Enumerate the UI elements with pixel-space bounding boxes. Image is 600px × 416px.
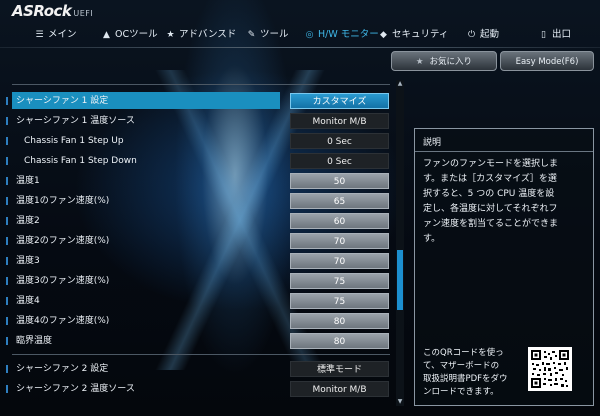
tab-exit[interactable]: ▯ 出口 [538, 24, 571, 46]
setting-value[interactable]: Monitor M/B [290, 113, 389, 129]
star-icon: ★ [415, 57, 424, 67]
setting-value[interactable]: 70 [290, 233, 389, 249]
setting-row[interactable]: 温度3のファン速度(%) 75 [0, 271, 395, 291]
brand-logo: ASRock UEFI [12, 2, 93, 20]
tab-oc-tools[interactable]: ▲ OCツール [101, 24, 158, 46]
setting-value[interactable]: 0 Sec [290, 133, 389, 149]
group-divider [12, 354, 390, 355]
shield-icon: ◆ [380, 30, 387, 40]
setting-value[interactable]: 75 [290, 273, 389, 289]
setting-value[interactable]: Monitor M/B [290, 381, 389, 397]
setting-row[interactable]: 温度4のファン速度(%) 80 [0, 311, 395, 331]
setting-row[interactable]: 臨界温度 80 [0, 331, 395, 351]
setting-label: シャーシファン 2 温度ソース [16, 384, 135, 394]
setting-label: 温度4のファン速度(%) [16, 316, 110, 326]
row-marker-icon [6, 297, 8, 305]
setting-row[interactable]: Chassis Fan 1 Step Down 0 Sec [0, 151, 395, 171]
setting-value[interactable]: 0 Sec [290, 153, 389, 169]
setting-label: シャーシファン 1 設定 [16, 96, 109, 106]
row-marker-icon [6, 137, 8, 145]
setting-value[interactable]: 80 [290, 333, 389, 349]
scroll-up-arrow-icon[interactable]: ▲ [396, 80, 404, 88]
setting-value[interactable]: 60 [290, 213, 389, 229]
setting-label: 温度1 [16, 176, 40, 186]
tab-main[interactable]: ☰ メイン [34, 24, 76, 46]
setting-row[interactable]: 温度1 50 [0, 171, 395, 191]
setting-row[interactable]: Chassis Fan 1 Step Up 0 Sec [0, 131, 395, 151]
star-icon: ★ [166, 30, 175, 40]
favorites-button[interactable]: ★ お気に入り [391, 51, 497, 71]
tab-boot[interactable]: ⏻ 起動 [466, 24, 499, 46]
row-marker-icon [6, 177, 8, 185]
setting-value[interactable]: 65 [290, 193, 389, 209]
setting-row[interactable]: シャーシファン 1 温度ソース Monitor M/B [0, 111, 395, 131]
tab-hw-monitor[interactable]: ◎ H/W モニター [304, 24, 379, 46]
setting-label: 温度4 [16, 296, 40, 306]
setting-value[interactable]: 50 [290, 173, 389, 189]
setting-label: シャーシファン 2 設定 [16, 364, 109, 374]
row-marker-icon [6, 365, 8, 373]
setting-label: 温度3のファン速度(%) [16, 276, 110, 286]
settings-list: シャーシファン 1 設定 カスタマイズシャーシファン 1 温度ソース Monitor… [0, 91, 395, 406]
setting-row[interactable]: 温度2 60 [0, 211, 395, 231]
row-marker-icon [6, 277, 8, 285]
tab-tools[interactable]: ✎ ツール [246, 24, 289, 46]
qr-description: このQRコードを使っ て、マザーボードの 取扱説明書PDFをダウ ンロードできま… [423, 348, 508, 397]
description-text: ファンのファンモードを選択しま す。または［カスタマイズ］を選 択すると、5 つ… [423, 159, 559, 244]
main-nav: ☰ メイン ▲ OCツール ★ アドバンスド ✎ ツール ◎ H/W モニター ◆ セキュリ… [0, 24, 600, 46]
tab-advanced[interactable]: ★ アドバンスド [165, 24, 236, 46]
menu-icon: ☰ [35, 30, 44, 40]
setting-row[interactable]: 温度3 70 [0, 251, 395, 271]
scroll-down-arrow-icon[interactable]: ▼ [396, 398, 404, 406]
tab-security[interactable]: ◆ セキュリティ [378, 24, 448, 46]
monitor-icon: ◎ [305, 30, 314, 40]
divider [12, 84, 390, 85]
row-marker-icon [6, 237, 8, 245]
setting-value[interactable]: 標準モード [290, 361, 389, 377]
setting-row[interactable]: シャーシファン 2 設定 標準モード [0, 359, 395, 379]
setting-row[interactable]: 温度1のファン速度(%) 65 [0, 191, 395, 211]
setting-value[interactable]: 80 [290, 313, 389, 329]
scrollbar-thumb[interactable] [397, 250, 403, 310]
row-marker-icon [6, 317, 8, 325]
row-marker-icon [6, 97, 8, 105]
qr-code-icon [528, 347, 572, 391]
power-icon: ⏻ [467, 30, 476, 40]
row-marker-icon [6, 157, 8, 165]
exit-icon: ▯ [541, 30, 546, 40]
description-panel: 説明 ファンのファンモードを選択しま す。または［カスタマイズ］を選 択すると、… [414, 128, 594, 406]
setting-label: 臨界温度 [16, 336, 53, 346]
setting-row[interactable]: シャーシファン 1 設定 カスタマイズ [0, 91, 395, 111]
setting-value[interactable]: カスタマイズ [290, 93, 389, 109]
setting-label: 温度1のファン速度(%) [16, 196, 110, 206]
setting-row[interactable]: 温度4 75 [0, 291, 395, 311]
row-marker-icon [6, 117, 8, 125]
setting-label: 温度3 [16, 256, 40, 266]
row-marker-icon [6, 385, 8, 393]
row-marker-icon [6, 217, 8, 225]
nav-divider [0, 47, 600, 48]
setting-row[interactable]: シャーシファン 2 温度ソース Monitor M/B [0, 379, 395, 399]
description-title: 説明 [423, 138, 442, 148]
setting-label: Chassis Fan 1 Step Up [24, 136, 124, 146]
setting-value[interactable]: 75 [290, 293, 389, 309]
top-bar: ASRock UEFI [0, 0, 600, 22]
row-marker-icon [6, 337, 8, 345]
setting-label: 温度2のファン速度(%) [16, 236, 110, 246]
setting-label: シャーシファン 1 温度ソース [16, 116, 135, 126]
description-divider [415, 151, 593, 152]
easy-mode-button[interactable]: Easy Mode(F6) [500, 51, 594, 71]
setting-row[interactable]: 温度2のファン速度(%) 70 [0, 231, 395, 251]
row-marker-icon [6, 197, 8, 205]
scrollbar-track[interactable] [396, 80, 404, 406]
brand-suffix: UEFI [73, 9, 94, 18]
brand-name: ASRock [12, 2, 72, 20]
rocket-icon: ▲ [103, 30, 110, 40]
wrench-icon: ✎ [247, 30, 256, 40]
row-marker-icon [6, 257, 8, 265]
setting-label: Chassis Fan 1 Step Down [24, 156, 137, 166]
setting-label: 温度2 [16, 216, 40, 226]
setting-value[interactable]: 70 [290, 253, 389, 269]
